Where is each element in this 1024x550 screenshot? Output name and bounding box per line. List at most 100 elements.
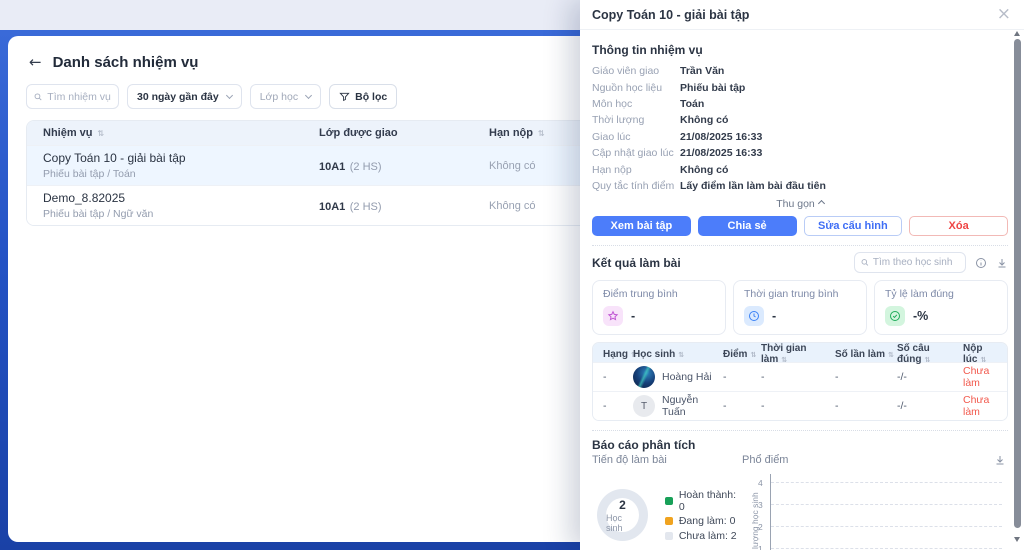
task-subtitle: Phiếu bài tập / Toán	[43, 168, 319, 180]
donut-center-value: 2	[619, 498, 626, 512]
info-value: Không có	[680, 114, 728, 126]
sort-icon[interactable]: ⇅	[750, 351, 756, 359]
info-value: 21/08/2025 16:33	[680, 131, 762, 143]
drawer-scrollbar[interactable]	[1013, 31, 1023, 550]
info-label: Cập nhật giao lúc	[592, 147, 680, 159]
date-range-select[interactable]: 30 ngày gần đây	[127, 84, 242, 109]
sort-icon[interactable]: ⇅	[781, 356, 787, 364]
column-header-time[interactable]: Thời gian làm⇅	[761, 343, 835, 365]
stat-label: Thời gian trung bình	[744, 288, 856, 300]
info-label: Nguồn học liệu	[592, 82, 680, 94]
results-header: Kết quả làm bài	[592, 252, 1008, 273]
student-attempts: -	[835, 371, 897, 383]
column-header-task[interactable]: Nhiệm vụ⇅	[27, 127, 319, 139]
check-circle-icon	[885, 306, 905, 326]
close-icon[interactable]: ×	[997, 6, 1011, 23]
share-button[interactable]: Chia sẻ	[698, 216, 797, 236]
column-header-score[interactable]: Điểm⇅	[723, 349, 761, 360]
score-distribution-block: Phổ điểm Số lượng học sinh 4 3 2 1	[742, 454, 1008, 550]
info-value: Toán	[680, 98, 704, 110]
scrollbar-down-arrow[interactable]	[1014, 537, 1020, 542]
filter-button[interactable]: Bộ lọc	[329, 84, 397, 109]
sort-icon[interactable]: ⇅	[888, 351, 894, 359]
delete-button[interactable]: Xóa	[909, 216, 1008, 236]
drawer-title: Copy Toán 10 - giải bài tập	[592, 8, 997, 22]
legend-item-notyet: Chưa làm: 2	[665, 530, 742, 542]
column-header-student[interactable]: Học sinh⇅	[633, 349, 723, 360]
edit-config-button[interactable]: Sửa cấu hình	[804, 216, 903, 236]
sort-icon[interactable]: ⇅	[980, 356, 986, 364]
histogram-plot-area: 4 3 2 1	[770, 474, 1002, 550]
student-rank: -	[593, 400, 633, 412]
legend-swatch	[665, 517, 673, 525]
info-value: Trần Văn	[680, 65, 724, 77]
view-exercise-button[interactable]: Xem bài tập	[592, 216, 691, 236]
info-row: Hạn nộp Không có	[592, 161, 1008, 177]
student-time: -	[761, 371, 835, 383]
info-label: Quy tắc tính điểm	[592, 180, 680, 192]
stat-card-correct-rate: Tỷ lệ làm đúng -%	[874, 280, 1008, 335]
info-icon[interactable]	[975, 257, 987, 269]
score-distribution-title: Phổ điểm	[742, 454, 1008, 466]
back-button[interactable]: ←	[29, 53, 42, 71]
avatar	[633, 366, 655, 388]
task-search-input[interactable]	[26, 84, 119, 109]
student-score: -	[723, 371, 761, 383]
column-header-attempts[interactable]: Số lần làm⇅	[835, 349, 897, 360]
sort-icon[interactable]: ⇅	[538, 129, 545, 138]
info-value: Lấy điểm lần làm bài đầu tiên	[680, 180, 826, 192]
gridline: 2	[771, 526, 1002, 527]
info-label: Hạn nộp	[592, 164, 680, 176]
funnel-icon	[339, 91, 350, 102]
info-section-heading: Thông tin nhiệm vụ	[592, 43, 1008, 57]
student-row[interactable]: - T Nguyễn Tuấn - - - -/- Chưa làm	[593, 391, 1007, 420]
sort-icon[interactable]: ⇅	[678, 351, 684, 359]
student-search-input[interactable]	[854, 252, 966, 273]
student-time: -	[761, 400, 835, 412]
stat-value: -	[772, 309, 776, 323]
column-header-correct[interactable]: Số câu đúng⇅	[897, 343, 963, 365]
column-header-class: Lớp được giao	[319, 127, 489, 139]
results-section-heading: Kết quả làm bài	[592, 256, 681, 270]
task-class: 10A1	[319, 201, 345, 213]
scrollbar-up-arrow[interactable]	[1014, 31, 1020, 36]
download-icon[interactable]	[994, 454, 1006, 466]
info-label: Giao lúc	[592, 131, 680, 143]
info-rows: Giáo viên giao Trần Văn Nguồn học liệu P…	[592, 63, 1008, 194]
info-value: Phiếu bài tập	[680, 82, 745, 94]
student-row[interactable]: - Hoàng Hải - - - -/- Chưa làm	[593, 362, 1007, 391]
gridline: 3	[771, 504, 1002, 505]
task-search-field[interactable]	[47, 91, 111, 103]
sort-icon[interactable]: ⇅	[924, 356, 930, 364]
column-header-rank[interactable]: Hạng⇅	[593, 349, 633, 360]
student-search-field[interactable]	[873, 257, 959, 268]
score-histogram-chart: Số lượng học sinh 4 3 2 1	[742, 474, 1008, 550]
status-badge: Chưa làm	[963, 394, 1007, 418]
stat-value: -	[631, 309, 635, 323]
sort-icon[interactable]: ⇅	[98, 129, 105, 138]
section-divider	[592, 430, 1008, 431]
info-row: Giao lúc 21/08/2025 16:33	[592, 129, 1008, 145]
search-icon	[861, 258, 869, 267]
progress-legend: Hoàn thành: 0 Đang làm: 0 Chưa làm: 2	[665, 486, 742, 544]
student-correct: -/-	[897, 400, 963, 412]
scrollbar-thumb[interactable]	[1014, 39, 1021, 528]
chevron-down-icon	[305, 91, 312, 98]
stat-value: -%	[913, 309, 928, 323]
info-row: Môn học Toán	[592, 96, 1008, 112]
chevron-down-icon	[226, 91, 233, 98]
class-select-placeholder: Lớp học	[260, 91, 298, 103]
filter-button-label: Bộ lọc	[355, 91, 387, 103]
chevron-up-icon	[818, 200, 825, 207]
info-value: Không có	[680, 164, 728, 176]
download-icon[interactable]	[996, 257, 1008, 269]
info-label: Môn học	[592, 98, 680, 110]
collapse-toggle[interactable]: Thu gọn	[592, 198, 1008, 210]
info-label: Thời lượng	[592, 114, 680, 126]
stat-cards: Điểm trung bình - Thời gian trung bình -	[592, 280, 1008, 335]
avatar: T	[633, 395, 655, 417]
date-range-value: 30 ngày gần đây	[137, 91, 219, 103]
collapse-label: Thu gọn	[776, 198, 815, 210]
class-select[interactable]: Lớp học	[250, 84, 321, 109]
column-header-submitted[interactable]: Nộp lúc⇅	[963, 343, 1007, 365]
